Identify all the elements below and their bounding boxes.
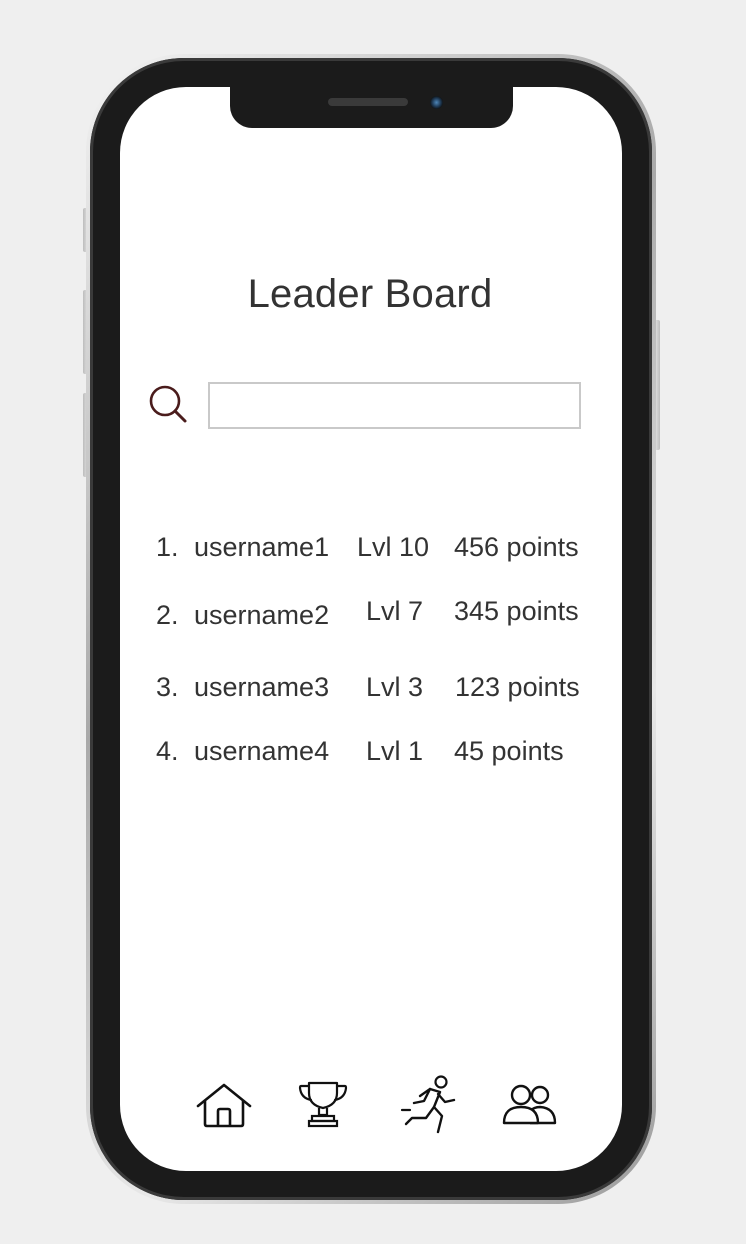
rank-label: 3. xyxy=(156,672,179,702)
username-label: username3 xyxy=(194,672,330,702)
notch xyxy=(230,86,513,128)
rank-label: 4. xyxy=(156,736,179,766)
username-label: username1 xyxy=(194,532,330,562)
level-label: Lvl 7 xyxy=(366,596,424,626)
level-label: Lvl 1 xyxy=(366,736,424,766)
search-input[interactable] xyxy=(208,382,581,429)
username-label: username2 xyxy=(194,600,330,630)
page-title: Leader Board xyxy=(247,272,493,316)
trophy-icon[interactable] xyxy=(297,1079,349,1129)
friends-icon[interactable] xyxy=(502,1082,558,1126)
search-icon[interactable] xyxy=(148,384,188,424)
points-label: 345 points xyxy=(454,596,579,626)
running-person-icon[interactable] xyxy=(400,1074,458,1136)
points-label: 123 points xyxy=(455,672,580,702)
level-label: Lvl 10 xyxy=(357,532,430,562)
device-mockup: Leader Board 1. username1 Lvl 10 456 poi… xyxy=(0,0,746,1244)
rank-label: 2. xyxy=(156,600,179,630)
points-label: 45 points xyxy=(454,736,564,766)
home-icon[interactable] xyxy=(195,1082,253,1128)
front-camera xyxy=(430,96,443,109)
rank-label: 1. xyxy=(156,532,179,562)
username-label: username4 xyxy=(194,736,330,766)
speaker-grille xyxy=(328,98,408,106)
level-label: Lvl 3 xyxy=(366,672,424,702)
points-label: 456 points xyxy=(454,532,579,562)
